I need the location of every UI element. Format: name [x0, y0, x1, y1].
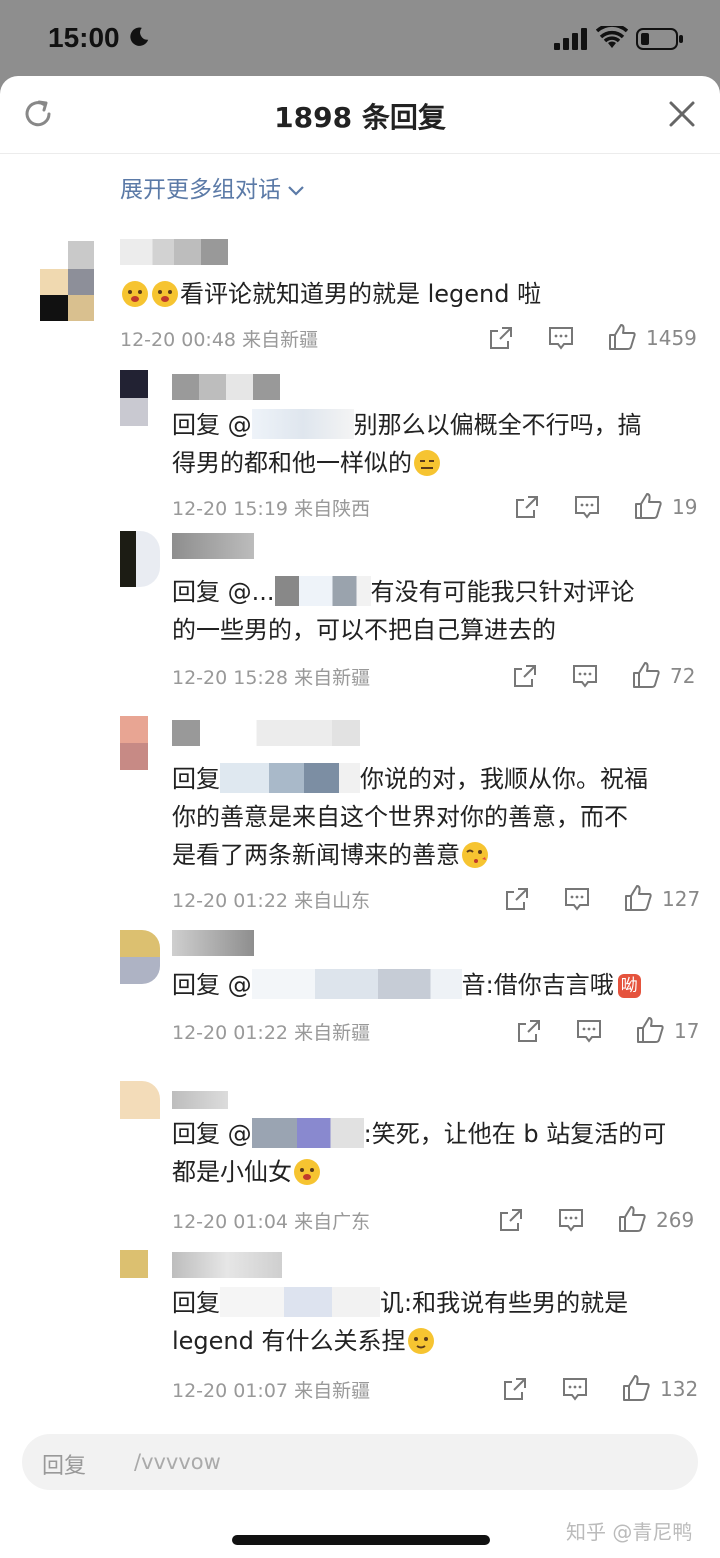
avatar[interactable] [120, 1081, 160, 1119]
expand-conversations-link[interactable]: 展开更多组对话 [120, 170, 305, 204]
comment-icon[interactable] [558, 1207, 584, 1233]
comment-item: 回复 @... 有没有可能我只针对评论 的一些男的，可以不把自己算进去的 12-2… [0, 531, 720, 701]
like-icon[interactable] [624, 884, 652, 912]
home-indicator[interactable] [232, 1535, 490, 1545]
emoji-icon [462, 842, 488, 868]
username-blurred[interactable] [172, 720, 360, 746]
signal-icon [554, 28, 587, 50]
comment-icon[interactable] [576, 1018, 602, 1044]
close-icon[interactable] [668, 100, 696, 128]
reply-input-label: 回复 [42, 1454, 87, 1479]
like-count: 1459 [646, 326, 697, 350]
comment-icon[interactable] [548, 325, 574, 351]
like-icon[interactable] [622, 1374, 650, 1402]
comment-meta: 12-20 01:07 来自新疆 [172, 1380, 371, 1402]
share-icon[interactable] [516, 1018, 542, 1044]
expand-link-label: 展开更多组对话 [120, 177, 281, 203]
comment-text: 看评论就知道男的就是 legend 啦 [120, 275, 700, 313]
username-blurred[interactable] [172, 930, 254, 956]
share-icon[interactable] [514, 494, 540, 520]
like-icon[interactable] [608, 323, 636, 351]
emoji-icon [122, 281, 148, 307]
comment-meta: 12-20 01:04 来自广东 [172, 1211, 371, 1233]
share-icon[interactable] [488, 325, 514, 351]
avatar[interactable] [40, 241, 96, 321]
comment-meta: 12-20 01:22 来自山东 [172, 890, 371, 912]
share-icon[interactable] [502, 1376, 528, 1402]
like-icon[interactable] [618, 1205, 646, 1233]
sheet-header: 1898 条回复 [0, 76, 720, 154]
comment-icon[interactable] [562, 1376, 588, 1402]
comment-text: 回复 你说的对，我顺从你。祝福 你的善意是来自这个世界对你的善意，而不 是看了两条… [172, 763, 648, 869]
like-count: 269 [656, 1208, 695, 1232]
emoji-icon [294, 1159, 320, 1185]
comment-text: 回复 @ 音:借你吉言哦呦 [172, 966, 702, 1004]
comment-item: 回复 @ 音:借你吉言哦呦 12-20 01:22 来自新疆 17 [0, 928, 720, 1058]
avatar[interactable] [120, 370, 148, 426]
comment-icon[interactable] [564, 886, 590, 912]
reply-input-value: /vvvvow [134, 1450, 221, 1474]
like-count: 127 [662, 887, 701, 911]
watermark: 知乎 @青尼鸭 [566, 1520, 693, 1544]
comment-text: 回复 讥:和我说有些男的就是 legend 有什么关系捏 [172, 1287, 629, 1355]
like-icon[interactable] [634, 492, 662, 520]
comment-text: 回复 @ 别那么以偏概全不行吗，搞 得男的都和他一样似的 [172, 409, 642, 477]
comment-meta: 12-20 00:48 来自新疆 [120, 329, 319, 351]
status-time: 15:00 [48, 22, 120, 53]
like-icon[interactable] [632, 661, 660, 689]
like-count: 17 [674, 1019, 700, 1043]
share-icon[interactable] [498, 1207, 524, 1233]
comment-text: 回复 @... 有没有可能我只针对评论 的一些男的，可以不把自己算进去的 [172, 576, 635, 644]
like-icon[interactable] [636, 1016, 664, 1044]
like-count: 72 [670, 664, 696, 688]
status-bar: 15:00 [0, 0, 720, 78]
emoji-sticker: 呦 [617, 974, 641, 998]
avatar[interactable] [120, 1250, 148, 1278]
comment-text: 回复 @:笑死，让他在 b 站复活的可 都是小仙女 [172, 1118, 667, 1186]
reply-input[interactable]: 回复 /vvvvow [22, 1434, 698, 1490]
share-icon[interactable] [512, 663, 538, 689]
comment-item: 回复 @:笑死，让他在 b 站复活的可 都是小仙女 12-20 01:04 来自… [0, 1079, 720, 1239]
avatar[interactable] [120, 930, 160, 984]
comment-meta: 12-20 15:28 来自新疆 [172, 667, 371, 689]
avatar[interactable] [120, 531, 160, 587]
comment-item: 回复 @ 别那么以偏概全不行吗，搞 得男的都和他一样似的 12-20 15:19 … [0, 366, 720, 526]
username-blurred[interactable] [120, 239, 228, 265]
share-icon[interactable] [504, 886, 530, 912]
wifi-icon [596, 26, 628, 48]
emoji-icon [407, 1328, 434, 1354]
comment-item: 看评论就知道男的就是 legend 啦 12-20 00:48 来自新疆 145… [0, 231, 720, 361]
like-count: 19 [672, 495, 698, 519]
moon-icon [130, 27, 149, 46]
emoji-icon [414, 450, 440, 476]
comment-item: 回复 讥:和我说有些男的就是 legend 有什么关系捏 12-20 01:07 … [0, 1248, 720, 1408]
username-blurred[interactable] [172, 533, 254, 559]
replies-sheet: 1898 条回复 展开更多组对话 看评论就知道男的就是 legend 啦 12-… [0, 76, 720, 1558]
comment-icon[interactable] [572, 663, 598, 689]
like-count: 132 [660, 1377, 699, 1401]
username-blurred[interactable] [172, 374, 280, 400]
emoji-icon [152, 281, 178, 307]
comment-icon[interactable] [574, 494, 600, 520]
chevron-down-icon [288, 185, 304, 196]
avatar[interactable] [120, 716, 148, 770]
battery-icon [636, 28, 683, 50]
sheet-title: 1898 条回复 [274, 101, 446, 134]
username-blurred[interactable] [172, 1091, 228, 1109]
comment-meta: 12-20 01:22 来自新疆 [172, 1022, 371, 1044]
comment-meta: 12-20 15:19 来自陕西 [172, 498, 371, 520]
comment-item: 回复 你说的对，我顺从你。祝福 你的善意是来自这个世界对你的善意，而不 是看了两条… [0, 716, 720, 931]
username-blurred[interactable] [172, 1252, 282, 1278]
